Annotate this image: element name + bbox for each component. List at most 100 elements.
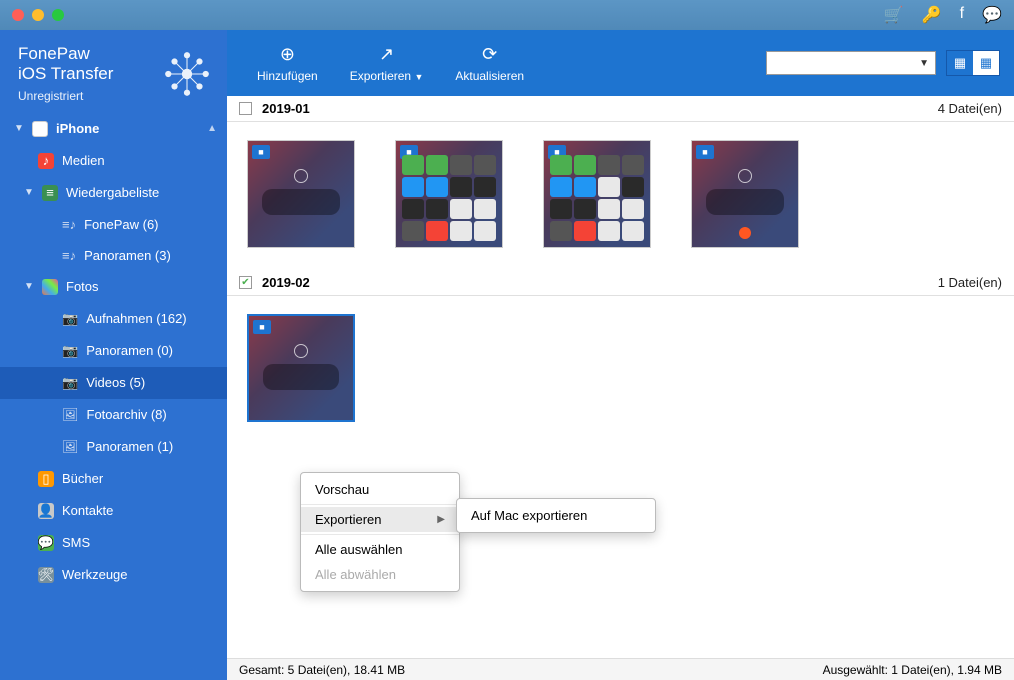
sidebar-label: Panoramen (3) — [84, 248, 171, 263]
sidebar-item-panoramen-pl[interactable]: ≡♪ Panoramen (3) — [0, 240, 227, 271]
video-thumbnail[interactable]: ■ — [691, 140, 799, 248]
sidebar-label: Bücher — [62, 471, 103, 486]
brand-logo-icon — [161, 48, 213, 103]
context-export-mac[interactable]: Auf Mac exportieren — [457, 503, 655, 528]
sidebar-item-fonepaw[interactable]: ≡♪ FonePaw (6) — [0, 209, 227, 240]
grid-view-icon: ▦ — [980, 55, 992, 71]
camera-icon: 📷 — [62, 343, 78, 359]
refresh-icon: ⟳ — [482, 44, 497, 65]
sidebar-item-werkzeuge[interactable]: 🛠 Werkzeuge — [0, 559, 227, 591]
sidebar-item-wiedergabeliste[interactable]: ▼ ≡ Wiedergabeliste — [0, 177, 227, 209]
sidebar-item-device[interactable]: ▼ iPhone ▲ — [0, 113, 227, 145]
sms-icon: 💬 — [38, 535, 54, 551]
month-value: 2019-01 — [773, 56, 821, 71]
titlebar-actions: 🛒 🔑 f 💬 — [884, 5, 1002, 25]
sidebar-item-aufnahmen[interactable]: 📷 Aufnahmen (162) — [0, 303, 227, 335]
plus-circle-icon: ⊕ — [280, 44, 295, 65]
thumb-row-1: ■ ■ ■ ■ — [227, 122, 1014, 270]
sidebar-item-kontakte[interactable]: 👤 Kontakte — [0, 495, 227, 527]
group-count: 1 Datei(en) — [938, 275, 1002, 290]
video-thumbnail[interactable]: ■ — [247, 314, 355, 422]
video-thumbnail[interactable]: ■ — [395, 140, 503, 248]
group-checkbox[interactable] — [239, 102, 252, 115]
sidebar-label: Videos (5) — [86, 375, 145, 390]
sidebar-label: Fotos — [66, 279, 99, 294]
chevron-right-icon: ▶ — [437, 514, 445, 525]
sidebar: FonePaw iOS Transfer Unregistriert ▼ iPh… — [0, 30, 227, 680]
sidebar-label: FonePaw (6) — [84, 217, 158, 232]
export-button[interactable]: ↗ Exportieren ▼ — [334, 36, 440, 91]
minimize-window-button[interactable] — [32, 9, 44, 21]
sidebar-item-sms[interactable]: 💬 SMS — [0, 527, 227, 559]
list-view-icon: ▦ — [954, 55, 966, 71]
chevron-down-icon: ▼ — [24, 187, 34, 198]
group-title: 2019-02 — [262, 275, 310, 290]
group-header-2[interactable]: ✔ 2019-02 1 Datei(en) — [227, 270, 1014, 296]
video-thumbnail[interactable]: ■ — [247, 140, 355, 248]
phone-icon — [32, 121, 48, 137]
close-window-button[interactable] — [12, 9, 24, 21]
photos-icon — [42, 279, 58, 295]
sidebar-label: SMS — [62, 535, 90, 550]
sidebar-label: Wiedergabeliste — [66, 185, 159, 200]
export-icon: ↗ — [379, 44, 394, 65]
sidebar-item-fotoarchiv[interactable]: 🖼 Fotoarchiv (8) — [0, 399, 227, 431]
window-controls — [12, 9, 64, 21]
sidebar-item-fotos[interactable]: ▼ Fotos — [0, 271, 227, 303]
brand-block: FonePaw iOS Transfer Unregistriert — [0, 30, 227, 113]
sidebar-item-panoramen-f[interactable]: 📷 Panoramen (0) — [0, 335, 227, 367]
cart-icon[interactable]: 🛒 — [884, 5, 904, 25]
sidebar-label: Medien — [62, 153, 105, 168]
image-icon: 🖼 — [62, 439, 79, 455]
group-header-1[interactable]: 2019-01 4 Datei(en) — [227, 96, 1014, 122]
camera-icon: 📷 — [62, 311, 78, 327]
view-toggle: ▦ ▦ — [946, 50, 1000, 76]
context-export[interactable]: Exportieren ▶ — [301, 507, 459, 532]
sidebar-label: Kontakte — [62, 503, 113, 518]
video-badge-icon: ■ — [696, 145, 714, 159]
month-dropdown[interactable]: 2019-01 ▼ — [766, 51, 936, 75]
chevron-down-icon: ▼ — [414, 72, 423, 82]
chevron-down-icon: ▼ — [919, 58, 929, 69]
sidebar-label: Fotoarchiv (8) — [87, 407, 167, 422]
chevron-down-icon: ▼ — [14, 123, 24, 134]
feedback-icon[interactable]: 💬 — [982, 5, 1002, 25]
thumb-row-2: ■ — [227, 296, 1014, 444]
titlebar: 🛒 🔑 f 💬 — [0, 0, 1014, 30]
tools-icon: 🛠 — [38, 567, 54, 583]
group-count: 4 Datei(en) — [938, 101, 1002, 116]
sidebar-item-medien[interactable]: ♪ Medien — [0, 145, 227, 177]
list-icon: ≡♪ — [62, 248, 76, 263]
view-grid-button[interactable]: ▦ — [973, 51, 999, 75]
sidebar-item-videos[interactable]: 📷 Videos (5) — [0, 367, 227, 399]
context-select-all[interactable]: Alle auswählen — [301, 537, 459, 562]
sidebar-label: Panoramen (0) — [86, 343, 173, 358]
chevron-down-icon: ▼ — [24, 281, 34, 292]
context-deselect-all: Alle abwählen — [301, 562, 459, 587]
playlist-icon: ≡ — [42, 185, 58, 201]
sidebar-label: Panoramen (1) — [87, 439, 174, 454]
facebook-icon[interactable]: f — [960, 5, 964, 25]
add-button[interactable]: ⊕ Hinzufügen — [241, 36, 334, 91]
contact-icon: 👤 — [38, 503, 54, 519]
group-title: 2019-01 — [262, 101, 310, 116]
status-selected: Ausgewählt: 1 Datei(en), 1.94 MB — [823, 663, 1002, 677]
group-checkbox[interactable]: ✔ — [239, 276, 252, 289]
sidebar-item-panoramen-a[interactable]: 🖼 Panoramen (1) — [0, 431, 227, 463]
refresh-button[interactable]: ⟳ Aktualisieren — [439, 36, 540, 91]
fullscreen-window-button[interactable] — [52, 9, 64, 21]
list-icon: ≡♪ — [62, 217, 76, 232]
key-icon[interactable]: 🔑 — [922, 5, 942, 25]
add-label: Hinzufügen — [257, 69, 318, 83]
context-preview[interactable]: Vorschau — [301, 477, 459, 502]
music-icon: ♪ — [38, 153, 54, 169]
sidebar-item-buecher[interactable]: ▯ Bücher — [0, 463, 227, 495]
video-badge-icon: ■ — [252, 145, 270, 159]
view-list-button[interactable]: ▦ — [947, 51, 973, 75]
context-submenu: Auf Mac exportieren — [456, 498, 656, 533]
image-icon: 🖼 — [62, 407, 79, 423]
sidebar-label: Aufnahmen (162) — [86, 311, 186, 326]
video-thumbnail[interactable]: ■ — [543, 140, 651, 248]
collapse-icon[interactable]: ▲ — [207, 123, 217, 134]
toolbar: ⊕ Hinzufügen ↗ Exportieren ▼ ⟳ Aktualisi… — [227, 30, 1014, 96]
